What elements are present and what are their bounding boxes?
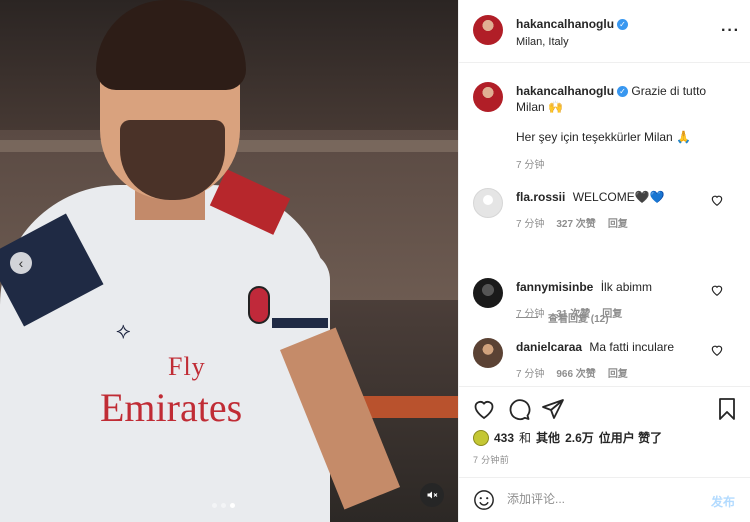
- commenter-username[interactable]: fannymisinbe: [516, 280, 593, 294]
- add-comment-bar: 发布: [459, 477, 750, 522]
- caption-text: hakancalhanoglu ✓ Grazie di tutto Milan 🙌: [516, 83, 716, 115]
- verified-badge-icon: ✓: [617, 19, 629, 30]
- post-header: hakancalhanoglu ✓ Milan, Italy ···: [459, 0, 750, 63]
- commenter-avatar[interactable]: [473, 338, 503, 368]
- carousel-dot: [212, 503, 217, 508]
- caption-username[interactable]: hakancalhanoglu: [516, 84, 614, 98]
- post-actions: 433 和 其他 2.6万 位用户 赞了 7 分钟前 发布: [459, 386, 750, 522]
- reply-button[interactable]: 回复: [608, 215, 628, 230]
- comments-list[interactable]: hakancalhanoglu ✓ Grazie di tutto Milan 🙌…: [459, 64, 750, 386]
- share-send-icon[interactable]: [541, 397, 565, 421]
- comment-body: Ma fatti inculare: [589, 340, 675, 354]
- comment-text: fannymisinbe İlk abimm: [516, 280, 716, 294]
- comment-input[interactable]: [507, 492, 697, 506]
- commenter-avatar[interactable]: [473, 188, 503, 218]
- carousel-dot: [221, 503, 226, 508]
- likes-connector: 和: [519, 431, 532, 445]
- likes-others-label: 其他: [536, 431, 561, 445]
- commenter-avatar[interactable]: [473, 278, 503, 308]
- heart-icon[interactable]: [710, 343, 724, 357]
- carousel-prev-button[interactable]: ‹: [10, 252, 32, 274]
- more-options-button[interactable]: ···: [721, 22, 740, 40]
- heart-icon[interactable]: [710, 283, 724, 297]
- comment-item: fannymisinbe İlk abimm 7 分钟 31 次赞 回复: [459, 278, 750, 338]
- shirt-cuff: [272, 318, 328, 328]
- liker-avatar: [473, 429, 489, 446]
- likes-count: 433: [494, 430, 515, 445]
- comment-text: danielcaraa Ma fatti inculare: [516, 340, 716, 354]
- post-location[interactable]: Milan, Italy: [516, 36, 569, 48]
- carousel-dots: [212, 503, 235, 508]
- likes-others-count: 2.6万: [565, 431, 594, 445]
- mute-button[interactable]: [420, 483, 444, 507]
- likes-summary[interactable]: 433 和 其他 2.6万 位用户 赞了: [473, 429, 662, 446]
- brand-logo-icon: ⟡: [116, 318, 131, 343]
- post-media[interactable]: ⟡ Fly Emirates ‹: [0, 0, 458, 522]
- comment-time[interactable]: 7 分钟: [516, 215, 544, 230]
- comment-text: fla.rossii WELCOME🖤💙: [516, 190, 716, 204]
- caption-time[interactable]: 7 分钟: [516, 156, 544, 171]
- bookmark-icon[interactable]: [715, 397, 739, 421]
- post-details-panel: hakancalhanoglu ✓ Milan, Italy ··· hakanc…: [458, 0, 750, 522]
- comment-likes[interactable]: 31 次赞: [556, 305, 590, 320]
- comment-body: İlk abimm: [600, 280, 653, 294]
- reply-button[interactable]: 回复: [602, 305, 622, 320]
- sponsor-text-top: Fly: [168, 352, 206, 381]
- comment-item: danielcaraa Ma fatti inculare 7 分钟 966 次…: [459, 338, 750, 386]
- reply-button[interactable]: 回复: [608, 365, 628, 380]
- comment-meta: 7 分钟 966 次赞 回复: [516, 365, 628, 380]
- post-comment-button[interactable]: 发布: [711, 493, 735, 510]
- caption-avatar[interactable]: [473, 82, 503, 112]
- comment-time[interactable]: 7 分钟: [516, 305, 544, 320]
- comment-item: fla.rossii WELCOME🖤💙 7 分钟 327 次赞 回复: [459, 188, 750, 248]
- chevron-left-icon: ‹: [18, 255, 24, 271]
- likes-suffix: 位用户 赞了: [598, 431, 663, 445]
- emoji-icon[interactable]: [473, 489, 495, 511]
- comment-meta: 7 分钟 327 次赞 回复: [516, 215, 628, 230]
- carousel-dot-active: [230, 503, 235, 508]
- comment-meta: 7 分钟 31 次赞 回复: [516, 305, 622, 320]
- verified-badge-icon: ✓: [617, 86, 629, 97]
- more-horizontal-icon: ···: [721, 22, 740, 39]
- speaker-muted-icon: [427, 491, 438, 499]
- caption-body-line2: Her şey için teşekkürler Milan 🙏: [516, 130, 691, 144]
- club-crest-icon: [248, 286, 270, 324]
- heart-icon[interactable]: [710, 193, 724, 207]
- commenter-username[interactable]: danielcaraa: [516, 340, 582, 354]
- comment-time[interactable]: 7 分钟: [516, 365, 544, 380]
- comment-likes[interactable]: 327 次赞: [556, 215, 595, 230]
- like-heart-icon[interactable]: [472, 397, 496, 421]
- commenter-username[interactable]: fla.rossii: [516, 190, 565, 204]
- sponsor-text-main: Emirates: [100, 385, 243, 430]
- author-username[interactable]: hakancalhanoglu: [516, 17, 614, 31]
- author-username-row[interactable]: hakancalhanoglu ✓: [516, 17, 629, 31]
- comment-icon[interactable]: [507, 397, 531, 421]
- post-time[interactable]: 7 分钟前: [473, 453, 509, 466]
- comment-likes[interactable]: 966 次赞: [556, 365, 595, 380]
- comment-body: WELCOME🖤💙: [572, 190, 665, 204]
- author-avatar[interactable]: [473, 15, 503, 45]
